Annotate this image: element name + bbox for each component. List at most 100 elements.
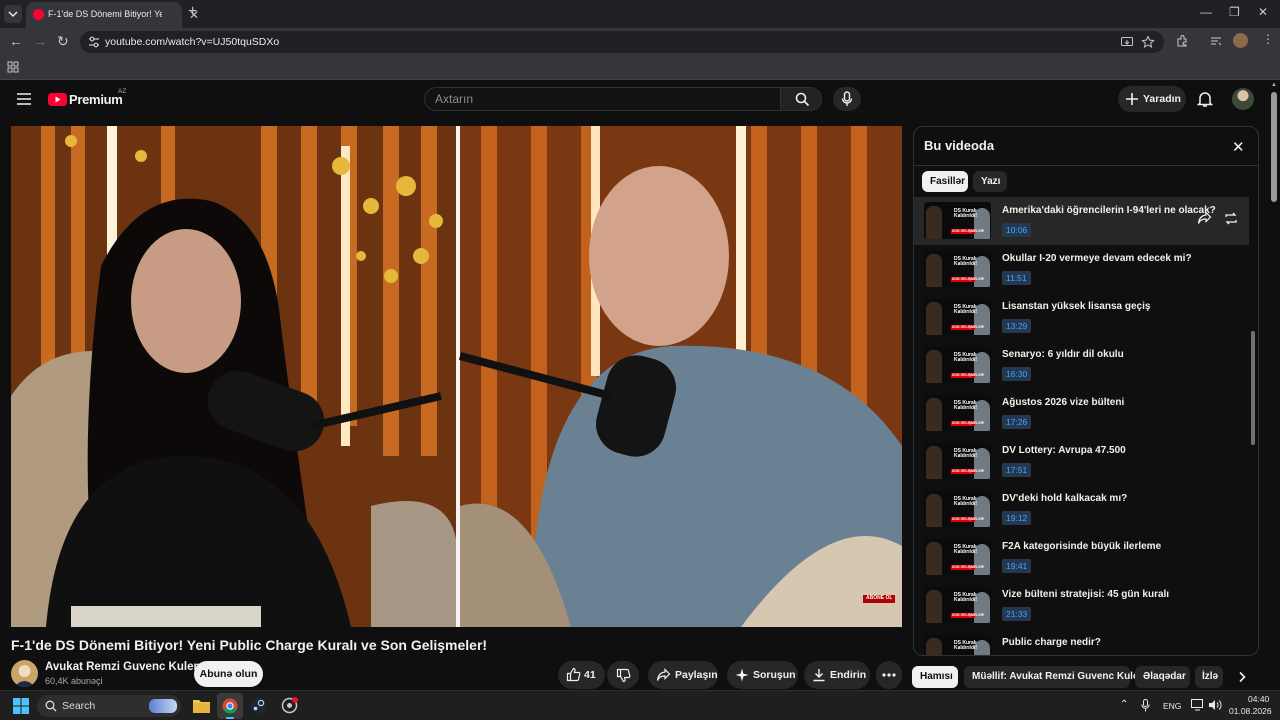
chip-related[interactable]: Əlaqədar (1135, 666, 1190, 688)
video-player[interactable]: ABONE OL (11, 126, 902, 627)
loop-chapter-icon[interactable] (1223, 211, 1239, 226)
reload-button[interactable]: ↻ (57, 33, 69, 50)
chapter-item[interactable]: DS Kuralı Kaldırıldı! SON GELİŞMELER! Ameri… (914, 197, 1249, 245)
video-title: F-1'de DS Dönemi Bitiyor! Yeni Public Ch… (11, 637, 488, 653)
thumbnail-person-left (926, 542, 942, 575)
chapter-item[interactable]: DS Kuralı Kaldırıldı! SON GELİŞMELER! Ağust… (914, 389, 1249, 437)
thumbnail-text: DS Kuralı Kaldırıldı! (954, 401, 977, 411)
chip-all[interactable]: Hamısı (912, 666, 958, 688)
tab-search-button[interactable] (4, 5, 22, 23)
browser-tab-active[interactable]: F-1'de DS Dönemi Bitiyor! Yeni ✕ (26, 2, 199, 28)
chapter-title: DV Lottery: Avrupa 47.500 (1002, 445, 1126, 456)
restore-button[interactable]: ❐ (1229, 5, 1240, 19)
like-button[interactable]: 41 (558, 661, 605, 689)
chapter-timestamp[interactable]: 19:12 (1002, 511, 1032, 525)
chevron-right-icon[interactable] (1236, 671, 1248, 683)
hamburger-menu-icon[interactable] (17, 93, 31, 105)
back-button[interactable]: ← (9, 33, 23, 49)
chapter-item[interactable]: DS Kuralı Kaldırıldı! SON GELİŞMELER! Lisan… (914, 293, 1249, 341)
search-button[interactable] (780, 87, 822, 111)
notifications-bell-icon[interactable] (1197, 90, 1213, 108)
thumbnail-banner-text: SON GELİŞMELER! (952, 469, 985, 473)
chip-author[interactable]: Müəllif: Avukat Remzi Guvenc Kulen (964, 666, 1145, 688)
steam-icon[interactable] (250, 697, 267, 714)
chapter-item[interactable]: DS Kuralı Kaldırıldı! SON GELİŞMELER! F2A k… (914, 533, 1249, 581)
chapter-item[interactable]: DS KuralıKaldırıldı!SON GELİŞMELER! Publi… (914, 629, 1249, 655)
more-actions-button[interactable] (876, 661, 902, 689)
chapter-timestamp[interactable]: 21:33 (1002, 607, 1032, 621)
taskbar-search[interactable]: Search (37, 695, 181, 717)
tab-chapters[interactable]: Fasillər (922, 171, 968, 192)
volume-icon[interactable] (1208, 699, 1222, 711)
network-icon[interactable] (1191, 699, 1205, 711)
chapter-item[interactable]: DS Kuralı Kaldırıldı! SON GELİŞMELER! DV'de… (914, 485, 1249, 533)
chapter-timestamp[interactable]: 17:51 (1002, 463, 1032, 477)
site-info-icon[interactable] (87, 35, 101, 49)
dislike-button[interactable] (607, 661, 639, 689)
extensions-icon[interactable] (1175, 34, 1189, 48)
thumbnail-person-left (926, 350, 942, 383)
chapter-title: Ağustos 2026 vize bülteni (1002, 397, 1125, 408)
chapter-title: Public charge nedir? (1002, 637, 1101, 648)
create-button[interactable]: Yaradın (1118, 86, 1186, 112)
chip-watch[interactable]: İzlə (1195, 666, 1223, 688)
chapter-timestamp[interactable]: 11:51 (1002, 271, 1031, 285)
download-button[interactable]: Endirin (804, 661, 870, 689)
chrome-icon (222, 698, 238, 714)
chapter-thumbnail: DS KuralıKaldırıldı! SON GELİŞMELER! (924, 538, 991, 575)
share-chapter-icon[interactable] (1196, 211, 1212, 226)
account-avatar[interactable] (1232, 88, 1254, 110)
tray-overflow-icon[interactable]: ⌃ (1120, 699, 1128, 710)
chapter-title: DV'deki hold kalkacak mı? (1002, 493, 1128, 504)
file-explorer-icon[interactable] (193, 698, 210, 713)
chapter-timestamp[interactable]: 10:06 (1002, 223, 1032, 237)
address-bar[interactable]: youtube.com/watch?v=UJ50tquSDXo (80, 31, 1164, 53)
forward-button[interactable]: → (33, 33, 47, 49)
language-indicator[interactable]: ENG (1163, 701, 1181, 711)
windows-start-icon[interactable] (13, 698, 29, 714)
bookmark-star-icon[interactable] (1141, 35, 1155, 49)
apps-grid-icon[interactable] (7, 61, 19, 73)
youtube-premium-logo[interactable]: Premium AZ (48, 88, 128, 108)
panel-scrollbar[interactable] (1251, 331, 1255, 445)
chapter-thumbnail: DS KuralıKaldırıldı! SON GELİŞMELER! (924, 586, 991, 623)
search-input[interactable] (435, 91, 765, 107)
chip-all-label: Hamısı (920, 671, 953, 682)
app-with-badge-icon[interactable] (281, 697, 298, 714)
clock-time[interactable]: 04:40 (1248, 694, 1269, 704)
install-app-icon[interactable] (1120, 35, 1134, 49)
chapter-item[interactable]: DS Kuralı Kaldırıldı! SON GELİŞMELER! Okull… (914, 245, 1249, 293)
close-window-button[interactable]: ✕ (1258, 5, 1268, 19)
clock-date[interactable]: 01.08.2026 (1229, 706, 1272, 716)
scroll-up-arrow-icon[interactable]: ▲ (1271, 82, 1277, 88)
chapter-item[interactable]: DS Kuralı Kaldırıldı! SON GELİŞMELER! Vize … (914, 581, 1249, 629)
microphone-tray-icon[interactable] (1141, 699, 1150, 712)
chrome-taskbar-button[interactable] (217, 693, 243, 719)
chapter-timestamp[interactable]: 17:26 (1002, 415, 1032, 429)
thumbnail-banner: SON GELİŞMELER! (951, 277, 984, 282)
chapter-item[interactable]: DS Kuralı Kaldırıldı! SON GELİŞMELER! Senar… (914, 341, 1249, 389)
ask-button[interactable]: Soruşun (727, 661, 798, 689)
page-scrollbar[interactable] (1271, 92, 1277, 202)
profile-avatar[interactable] (1233, 33, 1248, 48)
chapter-item[interactable]: DS Kuralı Kaldırıldı! SON GELİŞMELER! DV Lo… (914, 437, 1249, 485)
search-box[interactable] (424, 87, 780, 111)
chapter-thumbnail: DS KuralıKaldırıldı! SON GELİŞMELER! (924, 490, 991, 527)
voice-search-button[interactable] (833, 87, 861, 111)
browser-tab-strip: F-1'de DS Dönemi Bitiyor! Yeni ✕ + — ❐ ✕ (0, 0, 1280, 28)
share-button[interactable]: Paylaşın (648, 661, 718, 689)
minimize-button[interactable]: — (1200, 5, 1212, 19)
thumbnail-banner: SON GELİŞMELER! (951, 325, 984, 330)
chapter-thumbnail: DS KuralıKaldırıldı! SON GELİŞMELER! (924, 394, 991, 431)
new-tab-button[interactable]: + (188, 3, 197, 21)
browser-menu-icon[interactable]: ⋮ (1262, 32, 1274, 46)
tab-transcript[interactable]: Yazı (973, 171, 1007, 192)
chapter-timestamp[interactable]: 19:41 (1002, 559, 1032, 573)
chapter-timestamp[interactable]: 13:29 (1002, 319, 1032, 333)
chapter-timestamp[interactable]: 16:30 (1002, 367, 1032, 381)
channel-name[interactable]: Avukat Remzi Guvenc Kulen (45, 661, 201, 673)
subscribe-button[interactable]: Abunə olun (194, 661, 263, 687)
close-panel-icon[interactable]: ✕ (1232, 138, 1245, 156)
reading-list-icon[interactable] (1209, 34, 1223, 48)
channel-avatar[interactable] (11, 660, 38, 687)
